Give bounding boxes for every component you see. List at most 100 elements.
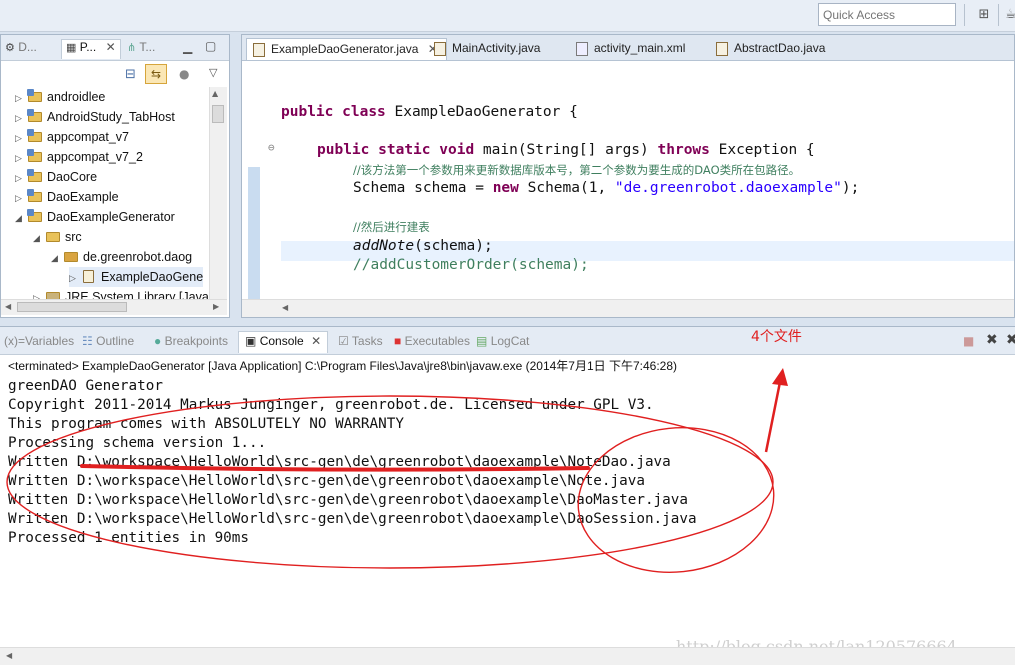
code-area[interactable]: ⊖ public class ExampleDaoGenerator { pub… [242, 61, 1014, 301]
java-perspective-icon[interactable]: ☕ [1003, 7, 1015, 23]
focus-task-icon[interactable]: ● [179, 67, 189, 81]
tab-package-explorer[interactable]: ▦ P... ✕ [61, 39, 121, 59]
tree-vertical-scrollbar[interactable]: ▲ [209, 87, 227, 299]
scroll-left-icon[interactable]: ◀ [282, 303, 288, 312]
minimize-icon[interactable]: ▁ [183, 40, 192, 54]
open-perspective-icon[interactable]: ⊞ [976, 7, 992, 23]
tree-item[interactable]: ▷ ExampleDaoGene [69, 267, 204, 288]
scroll-up-icon[interactable]: ▲ [212, 89, 218, 98]
tree-item[interactable]: ▷ appcompat_v7 [15, 127, 129, 147]
code-line-main-decl: public static void main(String[] args) t… [317, 142, 815, 158]
close-icon[interactable]: ✕ [106, 40, 116, 54]
code-line-comment: //addCustomerOrder(schema); [353, 257, 589, 273]
tab-tasks[interactable]: ☑ Tasks [338, 334, 383, 352]
tree-item[interactable]: ▷ DaoCore [15, 167, 97, 187]
source-folder-icon [45, 229, 61, 243]
tab-breakpoints[interactable]: ● Breakpoints [154, 334, 228, 352]
library-icon [45, 289, 61, 299]
outline-icon: ☷ [82, 334, 93, 348]
java-file-icon [253, 43, 265, 57]
terminated-status: <terminated> ExampleDaoGenerator [Java A… [8, 359, 678, 373]
console-horizontal-scrollbar[interactable]: ◀ [0, 647, 1015, 665]
collapse-icon[interactable]: ◢ [51, 248, 63, 268]
scroll-thumb[interactable] [17, 302, 127, 312]
quick-access-input[interactable] [818, 3, 956, 26]
tab-abstract-dao[interactable]: AbstractDao.java [710, 38, 833, 60]
console-line: Processed 1 entities in 90ms [8, 530, 250, 546]
project-icon [27, 149, 43, 163]
scroll-left-icon[interactable]: ◀ [6, 651, 12, 660]
tab-activity-main-xml[interactable]: activity_main.xml [570, 38, 693, 60]
maximize-icon[interactable]: ▢ [205, 39, 216, 53]
editor-horizontal-scrollbar[interactable]: ◀ [242, 299, 1014, 317]
tree-item[interactable]: ▷ androidlee [15, 87, 105, 107]
scroll-right-icon[interactable]: ▶ [213, 302, 219, 311]
expand-icon[interactable]: ▷ [33, 288, 45, 299]
expand-icon[interactable]: ▷ [15, 188, 27, 208]
annotation-label: 4个文件 [751, 329, 802, 345]
view-menu-icon[interactable]: ▽ [209, 66, 217, 79]
project-icon [27, 189, 43, 203]
fold-icon[interactable]: ⊖ [268, 141, 275, 154]
console-line: Written D:\workspace\HelloWorld\src-gen\… [8, 473, 645, 489]
code-line-comment: //该方法第一个参数用来更新数据库版本号，第二个参数为要生成的DAO类所在包路径… [353, 163, 801, 177]
terminate-icon[interactable]: ■ [963, 334, 974, 348]
remove-launch-icon[interactable]: ✖ [986, 332, 998, 348]
expand-icon[interactable]: ▷ [15, 88, 27, 108]
expand-icon[interactable]: ▷ [69, 268, 81, 288]
tab-executables[interactable]: ■ Executables [394, 334, 470, 352]
code-line-add-note: addNote(schema); [353, 238, 493, 254]
tab-main-activity[interactable]: MainActivity.java [428, 38, 548, 60]
project-icon [27, 169, 43, 183]
tab-console[interactable]: ▣ Console ✕ [238, 331, 329, 353]
expand-icon[interactable]: ▷ [15, 128, 27, 148]
console-line: Written D:\workspace\HelloWorld\src-gen\… [8, 492, 688, 508]
tree-item[interactable]: ◢ de.greenrobot.daog [51, 247, 192, 267]
tab-outline[interactable]: ☷ Outline [82, 334, 134, 352]
hierarchy-icon: ⋔ [127, 42, 137, 54]
logcat-icon: ▤ [476, 334, 488, 348]
expand-icon[interactable]: ▷ [15, 108, 27, 128]
executables-icon: ■ [394, 334, 402, 348]
breakpoints-icon: ● [154, 334, 162, 348]
scroll-thumb[interactable] [212, 105, 224, 123]
tree-item[interactable]: ▷ JRE System Library [Java [33, 287, 209, 299]
expand-icon[interactable]: ▷ [15, 148, 27, 168]
tree-item[interactable]: ◢ DaoExampleGenerator [15, 207, 175, 227]
main-toolbar: ⊞ ☕ [0, 0, 1015, 32]
console-pane: (x)=Variables ☷ Outline ● Breakpoints ▣ … [0, 326, 1015, 666]
close-icon[interactable]: ✕ [311, 334, 321, 348]
expand-icon[interactable]: ▷ [15, 168, 27, 188]
variables-icon: (x)= [4, 334, 25, 348]
console-line: Written D:\workspace\HelloWorld\src-gen\… [8, 454, 671, 470]
remove-all-icon[interactable]: ✖ [1006, 332, 1015, 348]
collapse-icon[interactable]: ◢ [33, 228, 45, 248]
tree-item[interactable]: ▷ AndroidStudy_TabHost [15, 107, 175, 127]
console-line: Written D:\workspace\HelloWorld\src-gen\… [8, 511, 697, 527]
package-explorer-pane: ⚙ D... ▦ P... ✕ ⋔ T... ▁ ▢ ⊟ ⇆ ● ▽ ▷ andr… [0, 34, 230, 318]
tree-item[interactable]: ▷ appcompat_v7_2 [15, 147, 143, 167]
console-icon: ▣ [245, 334, 257, 348]
tree-horizontal-scrollbar[interactable]: ◀ ▶ [1, 299, 227, 315]
xml-file-icon [576, 42, 588, 56]
project-icon [27, 109, 43, 123]
tab-variables[interactable]: (x)=Variables [4, 334, 74, 352]
collapse-icon[interactable]: ◢ [15, 208, 27, 228]
link-with-editor-icon[interactable]: ⇆ [145, 64, 167, 84]
tab-type-hierarchy[interactable]: ⋔ T... [127, 40, 155, 58]
tab-example-dao-generator[interactable]: ExampleDaoGenerator.java ✕ [246, 38, 447, 60]
scroll-left-icon[interactable]: ◀ [5, 302, 11, 311]
left-pane-tabs: ⚙ D... ▦ P... ✕ ⋔ T... ▁ ▢ [1, 35, 229, 61]
debug-icon: ⚙ [5, 42, 15, 54]
console-line: Copyright 2011-2014 Markus Junginger, gr… [8, 397, 654, 413]
tree-item[interactable]: ◢ src [33, 227, 82, 247]
project-icon [27, 89, 43, 103]
tab-debug[interactable]: ⚙ D... [5, 40, 37, 58]
code-editor: ExampleDaoGenerator.java ✕ MainActivity.… [241, 34, 1015, 318]
tree-item[interactable]: ▷ DaoExample [15, 187, 119, 207]
tasks-icon: ☑ [338, 334, 349, 348]
project-icon [27, 129, 43, 143]
toolbar-separator [998, 4, 999, 26]
collapse-all-icon[interactable]: ⊟ [125, 67, 136, 82]
tab-logcat[interactable]: ▤ LogCat [476, 334, 529, 352]
